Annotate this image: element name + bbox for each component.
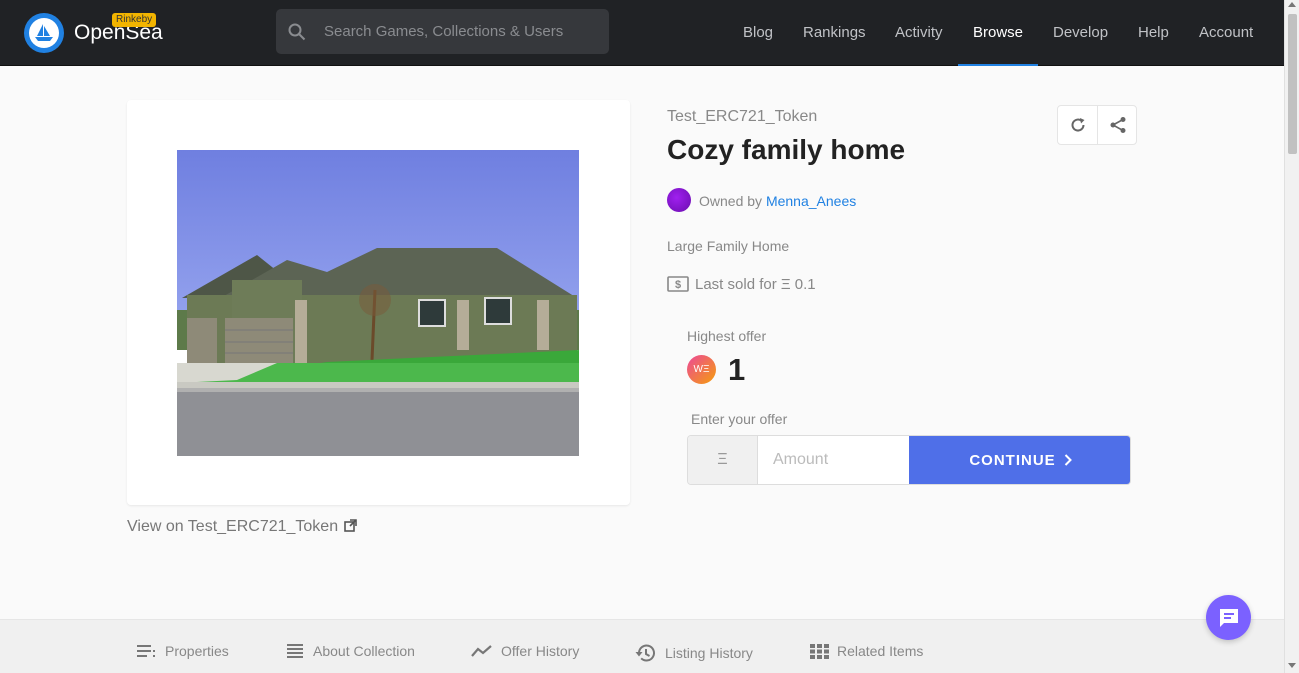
top-navbar: OpenSea Rinkeby Blog Rankings Activity B…: [0, 0, 1284, 66]
share-icon: [1110, 117, 1126, 133]
scroll-down-arrow-icon[interactable]: [1288, 663, 1296, 668]
nav-activity[interactable]: Activity: [880, 0, 958, 66]
asset-image-card: [127, 100, 630, 505]
asset-title: Cozy family home: [667, 134, 906, 165]
asset-tabs: Properties About Collection Offer Histor…: [0, 619, 1284, 673]
nav-blog[interactable]: Blog: [728, 0, 788, 66]
tab-related-items[interactable]: Related Items: [810, 643, 923, 659]
share-button[interactable]: [1098, 106, 1138, 144]
tab-listing-history[interactable]: Listing History: [635, 643, 753, 663]
chat-button[interactable]: [1206, 595, 1251, 640]
asset-description: Large Family Home: [667, 238, 790, 254]
external-link-icon: [344, 519, 357, 532]
view-on-collection-link[interactable]: View on Test_ERC721_Token: [127, 518, 357, 536]
highest-offer-label: Highest offer: [687, 328, 767, 344]
page-scrollbar[interactable]: [1284, 0, 1299, 673]
last-sold: $ Last sold for Ξ 0.1: [667, 276, 816, 293]
search-icon: [288, 23, 306, 41]
properties-icon: [137, 645, 155, 657]
scroll-thumb[interactable]: [1288, 14, 1297, 154]
grid-icon: [810, 643, 829, 659]
search-input[interactable]: [324, 9, 604, 54]
amount-input[interactable]: [759, 436, 909, 484]
search-bar[interactable]: [276, 9, 609, 54]
refresh-button[interactable]: [1058, 106, 1098, 144]
tab-label: About Collection: [313, 643, 415, 659]
refresh-icon: [1071, 118, 1085, 132]
nav-rankings[interactable]: Rankings: [788, 0, 881, 66]
highest-offer-value: 1: [728, 352, 746, 387]
owner-avatar[interactable]: [667, 188, 691, 212]
tab-label: Properties: [165, 643, 229, 659]
opensea-logo[interactable]: [24, 13, 64, 53]
chat-icon: [1219, 608, 1238, 627]
tab-label: Related Items: [837, 643, 924, 659]
tab-properties[interactable]: Properties: [137, 643, 229, 659]
nav-account[interactable]: Account: [1184, 0, 1268, 66]
owned-by-label: Owned by: [699, 193, 763, 209]
weth-icon: WΞ: [687, 355, 716, 384]
enter-offer-label: Enter your offer: [691, 411, 788, 427]
last-sold-text: Last sold for Ξ 0.1: [695, 276, 816, 293]
offer-form: Ξ CONTINUE: [687, 435, 1131, 485]
svg-text:$: $: [675, 279, 681, 291]
continue-button[interactable]: CONTINUE: [909, 436, 1130, 484]
history-icon: [635, 644, 655, 662]
tab-label: Listing History: [665, 645, 753, 661]
asset-toolbar: [1057, 105, 1137, 145]
nav-help[interactable]: Help: [1123, 0, 1184, 66]
house-photo: [177, 150, 579, 456]
nav-develop[interactable]: Develop: [1038, 0, 1123, 66]
nav-browse[interactable]: Browse: [958, 0, 1038, 66]
scroll-up-arrow-icon[interactable]: [1288, 2, 1296, 7]
network-badge: Rinkeby: [112, 13, 157, 27]
tab-about-collection[interactable]: About Collection: [287, 643, 415, 659]
asset-image[interactable]: [177, 150, 579, 456]
collection-name-link[interactable]: Test_ERC721_Token: [667, 108, 817, 126]
dollar-bill-icon: $: [667, 276, 689, 292]
continue-label: CONTINUE: [969, 451, 1056, 469]
list-icon: [287, 644, 303, 658]
owner-link[interactable]: Menna_Anees: [766, 193, 856, 209]
owned-by: Owned by Menna_Anees: [699, 193, 856, 209]
tab-label: Offer History: [501, 643, 580, 659]
ship-icon: [35, 24, 53, 41]
view-on-label[interactable]: View on Test_ERC721_Token: [127, 518, 338, 535]
trend-line-icon: [471, 645, 492, 657]
tab-offer-history[interactable]: Offer History: [471, 643, 579, 659]
chevron-right-icon: [1064, 454, 1072, 466]
currency-selector[interactable]: Ξ: [688, 436, 758, 484]
